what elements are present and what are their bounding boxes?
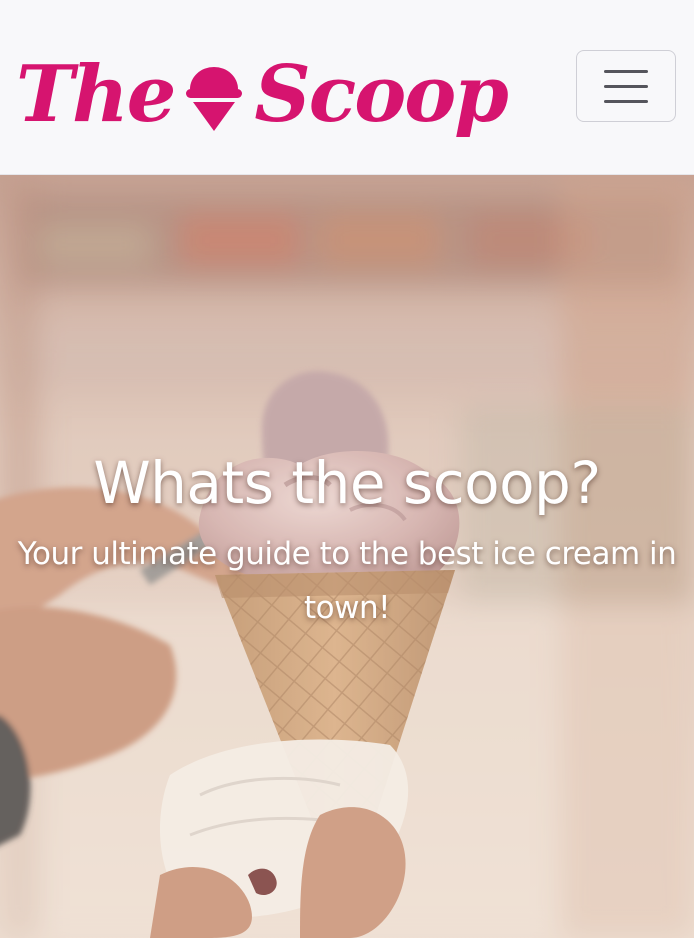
hero-section: Whats the scoop? Your ultimate guide to …: [0, 175, 694, 938]
navbar-toggle-button[interactable]: [576, 50, 676, 122]
hamburger-menu-icon: [604, 84, 648, 88]
brand-word-the: The: [16, 49, 176, 140]
hero-title: Whats the scoop?: [93, 449, 601, 517]
navbar: The Scoop: [0, 0, 694, 175]
hamburger-menu-icon: [604, 99, 648, 103]
brand-logo[interactable]: The Scoop: [16, 40, 509, 150]
hamburger-menu-icon: [604, 69, 648, 73]
brand-word-scoop: Scoop: [254, 49, 508, 140]
hero-subtitle: Your ultimate guide to the best ice crea…: [17, 536, 677, 626]
hero-text-block: Whats the scoop? Your ultimate guide to …: [0, 445, 694, 635]
ice-cream-scoop-icon: [186, 67, 243, 131]
